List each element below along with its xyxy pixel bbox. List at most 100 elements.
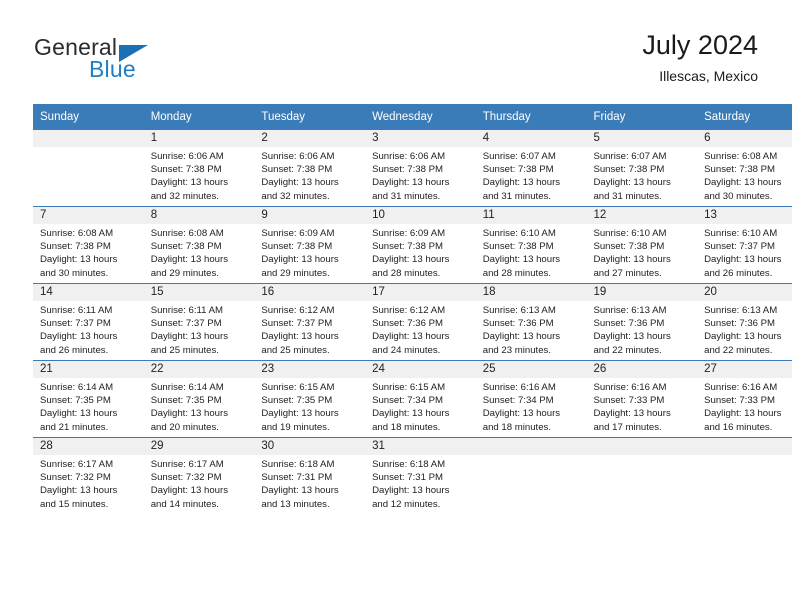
page-header: General Blue July 2024 Illescas, Mexico (0, 0, 792, 104)
page-subtitle-location: Illescas, Mexico (659, 68, 758, 84)
calendar-day-cell[interactable]: 22 Sunrise: 6:14 AM Sunset: 7:35 PM Dayligh… (143, 360, 255, 438)
day-number: 10 (365, 207, 476, 224)
calendar-day-cell[interactable]: 24 Sunrise: 6:15 AM Sunset: 7:34 PM Dayligh… (365, 360, 476, 438)
calendar-day-cell[interactable]: 5 Sunrise: 6:07 AM Sunset: 7:38 PM Daylight… (586, 129, 698, 207)
calendar-day-cell[interactable]: 29 Sunrise: 6:17 AM Sunset: 7:32 PM Dayligh… (143, 437, 255, 514)
day-details (697, 455, 792, 458)
sunset-time: Sunset: 7:35 PM (40, 395, 111, 407)
daylight-duration-line1: Daylight: 13 hours (704, 254, 782, 266)
sunrise-time: Sunrise: 6:08 AM (40, 228, 114, 239)
sunrise-time: Sunrise: 6:07 AM (482, 151, 556, 162)
daylight-duration-line2: and 20 minutes. (150, 421, 219, 433)
sunrise-time: Sunrise: 6:14 AM (150, 382, 224, 393)
calendar-day-cell[interactable]: 4 Sunrise: 6:07 AM Sunset: 7:38 PM Daylight… (475, 129, 587, 207)
daylight-duration-line1: Daylight: 13 hours (261, 408, 339, 420)
calendar-week-row: 21 Sunrise: 6:14 AM Sunset: 7:35 PM Dayligh… (33, 360, 792, 438)
calendar-day-cell-empty (475, 437, 587, 514)
daylight-duration-line2: and 31 minutes. (482, 190, 552, 202)
daylight-duration-line2: and 19 minutes. (261, 421, 330, 433)
daylight-duration-line1: Daylight: 13 hours (482, 254, 561, 266)
daylight-duration-line1: Daylight: 13 hours (482, 177, 561, 189)
calendar-day-cell[interactable]: 7 Sunrise: 6:08 AM Sunset: 7:38 PM Daylight… (33, 206, 144, 284)
day-number: 4 (475, 130, 587, 147)
day-details: Sunrise: 6:18 AM Sunset: 7:31 PM Daylight:… (254, 455, 365, 511)
sunrise-time: Sunrise: 6:08 AM (150, 228, 224, 239)
calendar-day-cell[interactable]: 23 Sunrise: 6:15 AM Sunset: 7:35 PM Dayligh… (254, 360, 366, 438)
calendar-day-cell[interactable]: 28 Sunrise: 6:17 AM Sunset: 7:32 PM Dayligh… (33, 437, 144, 514)
calendar-day-cell[interactable]: 21 Sunrise: 6:14 AM Sunset: 7:35 PM Dayligh… (33, 360, 144, 438)
day-number: 19 (586, 284, 698, 301)
calendar-day-cell[interactable]: 9 Sunrise: 6:09 AM Sunset: 7:38 PM Daylight… (254, 206, 366, 284)
day-details: Sunrise: 6:09 AM Sunset: 7:38 PM Daylight:… (254, 224, 365, 280)
sunrise-time: Sunrise: 6:14 AM (40, 382, 114, 393)
sunrise-time: Sunrise: 6:15 AM (372, 382, 446, 393)
logo-text-blue: Blue (89, 56, 136, 82)
day-number (475, 438, 587, 455)
sunrise-time: Sunrise: 6:10 AM (704, 228, 778, 239)
calendar-day-cell[interactable]: 25 Sunrise: 6:16 AM Sunset: 7:34 PM Dayligh… (475, 360, 587, 438)
daylight-duration-line1: Daylight: 13 hours (40, 331, 118, 343)
sunset-time: Sunset: 7:38 PM (704, 164, 776, 176)
day-details: Sunrise: 6:06 AM Sunset: 7:38 PM Daylight:… (144, 147, 255, 203)
day-details: Sunrise: 6:08 AM Sunset: 7:38 PM Daylight:… (33, 224, 144, 280)
calendar-day-cell[interactable]: 2 Sunrise: 6:06 AM Sunset: 7:38 PM Daylight… (254, 129, 366, 207)
day-number: 16 (254, 284, 366, 301)
daylight-duration-line1: Daylight: 13 hours (150, 485, 229, 497)
day-number: 27 (697, 361, 792, 378)
day-details: Sunrise: 6:16 AM Sunset: 7:33 PM Daylight:… (697, 378, 792, 434)
calendar-day-cell[interactable]: 10 Sunrise: 6:09 AM Sunset: 7:38 PM Dayligh… (365, 206, 476, 284)
day-details: Sunrise: 6:08 AM Sunset: 7:38 PM Daylight:… (697, 147, 792, 203)
daylight-duration-line1: Daylight: 13 hours (261, 254, 339, 266)
sunset-time: Sunset: 7:37 PM (261, 318, 333, 330)
sunrise-time: Sunrise: 6:06 AM (261, 151, 335, 162)
daylight-duration-line2: and 28 minutes. (372, 267, 441, 279)
daylight-duration-line2: and 28 minutes. (482, 267, 552, 279)
calendar-day-cell[interactable]: 16 Sunrise: 6:12 AM Sunset: 7:37 PM Dayligh… (254, 283, 366, 361)
calendar-day-cell[interactable]: 20 Sunrise: 6:13 AM Sunset: 7:36 PM Dayligh… (697, 283, 792, 361)
calendar-grid: Sunday Monday Tuesday Wednesday Thursday… (33, 104, 792, 514)
calendar-day-cell[interactable]: 30 Sunrise: 6:18 AM Sunset: 7:31 PM Dayligh… (254, 437, 366, 514)
day-number: 11 (475, 207, 587, 224)
calendar-day-cell[interactable]: 14 Sunrise: 6:11 AM Sunset: 7:37 PM Dayligh… (33, 283, 144, 361)
day-details: Sunrise: 6:11 AM Sunset: 7:37 PM Daylight:… (144, 301, 255, 357)
sunset-time: Sunset: 7:38 PM (150, 164, 222, 176)
day-number (33, 130, 144, 147)
daylight-duration-line2: and 23 minutes. (482, 344, 552, 356)
calendar-day-cell[interactable]: 8 Sunrise: 6:08 AM Sunset: 7:38 PM Daylight… (143, 206, 255, 284)
calendar-day-cell[interactable]: 12 Sunrise: 6:10 AM Sunset: 7:38 PM Dayligh… (586, 206, 698, 284)
calendar-day-cell[interactable]: 3 Sunrise: 6:06 AM Sunset: 7:38 PM Daylight… (365, 129, 476, 207)
day-details: Sunrise: 6:10 AM Sunset: 7:38 PM Daylight:… (586, 224, 697, 280)
calendar-day-cell[interactable]: 31 Sunrise: 6:18 AM Sunset: 7:31 PM Dayligh… (365, 437, 476, 514)
daylight-duration-line1: Daylight: 13 hours (593, 177, 671, 189)
general-blue-logo[interactable]: General Blue (34, 34, 214, 86)
sunrise-time: Sunrise: 6:09 AM (261, 228, 335, 239)
sunrise-time: Sunrise: 6:13 AM (704, 305, 778, 316)
sunset-time: Sunset: 7:31 PM (261, 472, 333, 484)
calendar-day-cell[interactable]: 19 Sunrise: 6:13 AM Sunset: 7:36 PM Dayligh… (586, 283, 698, 361)
day-number: 24 (365, 361, 476, 378)
calendar-day-cell[interactable]: 6 Sunrise: 6:08 AM Sunset: 7:38 PM Daylight… (697, 129, 792, 207)
daylight-duration-line1: Daylight: 13 hours (150, 408, 229, 420)
day-number: 20 (697, 284, 792, 301)
day-number: 26 (586, 361, 698, 378)
daylight-duration-line2: and 26 minutes. (40, 344, 109, 356)
weekday-header-friday: Friday (586, 104, 698, 130)
calendar-day-cell[interactable]: 13 Sunrise: 6:10 AM Sunset: 7:37 PM Dayligh… (697, 206, 792, 284)
calendar-day-cell[interactable]: 11 Sunrise: 6:10 AM Sunset: 7:38 PM Dayligh… (475, 206, 587, 284)
calendar-day-cell[interactable]: 15 Sunrise: 6:11 AM Sunset: 7:37 PM Dayligh… (143, 283, 255, 361)
sunset-time: Sunset: 7:31 PM (372, 472, 443, 484)
day-number: 23 (254, 361, 366, 378)
sunrise-time: Sunrise: 6:10 AM (482, 228, 556, 239)
calendar-day-cell[interactable]: 18 Sunrise: 6:13 AM Sunset: 7:36 PM Dayligh… (475, 283, 587, 361)
day-details: Sunrise: 6:18 AM Sunset: 7:31 PM Daylight:… (365, 455, 476, 511)
sunset-time: Sunset: 7:38 PM (593, 241, 665, 253)
sunset-time: Sunset: 7:36 PM (593, 318, 665, 330)
day-details: Sunrise: 6:13 AM Sunset: 7:36 PM Daylight:… (476, 301, 587, 357)
calendar-day-cell[interactable]: 17 Sunrise: 6:12 AM Sunset: 7:36 PM Dayligh… (365, 283, 476, 361)
calendar-day-cell[interactable]: 27 Sunrise: 6:16 AM Sunset: 7:33 PM Dayligh… (697, 360, 792, 438)
sunrise-time: Sunrise: 6:16 AM (482, 382, 556, 393)
daylight-duration-line1: Daylight: 13 hours (372, 485, 450, 497)
calendar-day-cell[interactable]: 1 Sunrise: 6:06 AM Sunset: 7:38 PM Daylight… (143, 129, 255, 207)
calendar-day-cell[interactable]: 26 Sunrise: 6:16 AM Sunset: 7:33 PM Dayligh… (586, 360, 698, 438)
daylight-duration-line1: Daylight: 13 hours (482, 331, 561, 343)
